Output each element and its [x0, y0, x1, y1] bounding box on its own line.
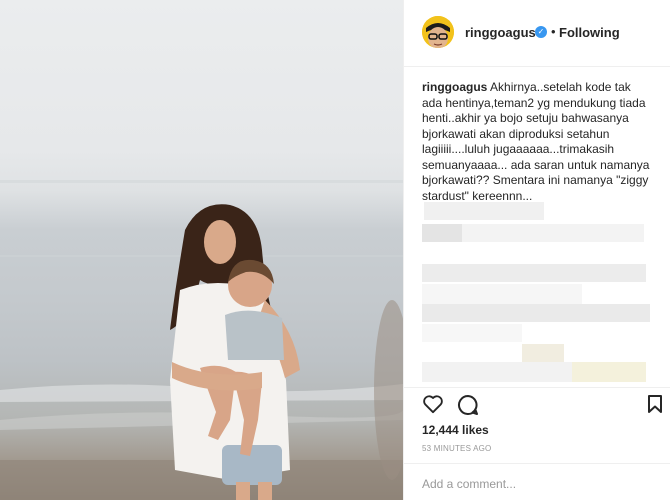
post-caption: ringgoagus Akhirnya..setelah kode tak ad… [422, 80, 654, 204]
header-separator: • [551, 24, 556, 39]
author-avatar[interactable] [422, 16, 454, 48]
bookmark-icon[interactable] [647, 394, 663, 419]
heart-icon[interactable] [422, 394, 444, 419]
author-username[interactable]: ringgoagus [465, 25, 536, 40]
caption-username[interactable]: ringgoagus [422, 80, 487, 94]
caption-text: Akhirnya..setelah kode tak ada hentinya,… [422, 80, 650, 203]
actions-divider [404, 387, 670, 388]
verified-badge-icon: ✓ [535, 26, 547, 38]
post-timestamp[interactable]: 53 MINUTES AGO [422, 444, 491, 453]
likes-count[interactable]: 12,444 likes [422, 423, 489, 437]
obscured-comments [422, 200, 654, 385]
comment-icon[interactable] [457, 394, 479, 421]
post-header: ringgoagus ✓ • Following [404, 0, 670, 67]
following-button[interactable]: Following [559, 25, 620, 40]
comment-input[interactable] [422, 476, 652, 492]
photo-illustration [0, 180, 403, 500]
avatar-face-icon [422, 16, 454, 48]
post-photo[interactable] [0, 0, 403, 500]
comment-divider [404, 463, 670, 464]
post-details-panel: ringgoagus ✓ • Following ringgoagus Akhi… [404, 0, 670, 500]
